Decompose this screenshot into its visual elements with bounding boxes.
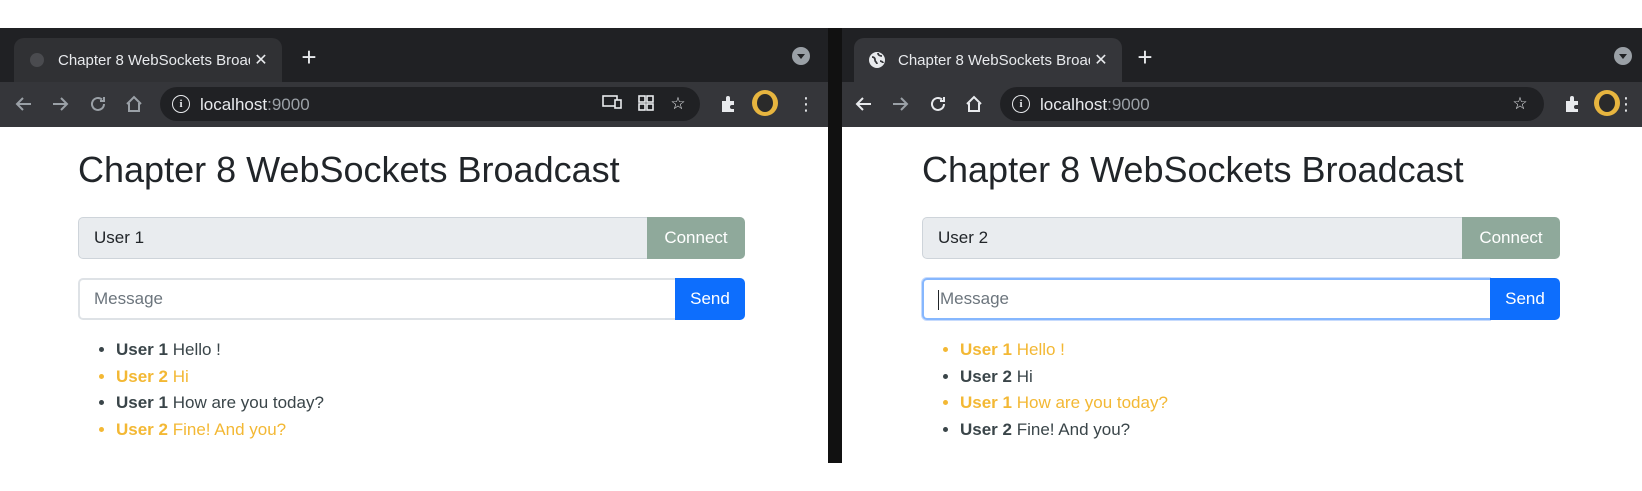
message-author: User 1 (960, 393, 1012, 412)
back-icon[interactable] (850, 90, 878, 118)
page-content: Chapter 8 WebSockets Broadcast User 2 Co… (842, 127, 1642, 463)
message-text: Hello ! (1016, 340, 1065, 359)
globe-icon (28, 51, 46, 69)
url-text: localhost:9000 (200, 95, 310, 114)
tab-title: Chapter 8 WebSockets Broadcast (898, 51, 1090, 69)
tab-strip: Chapter 8 WebSockets Broadcast ✕ + (0, 28, 828, 82)
address-bar[interactable]: i localhost:9000 ☆ (1000, 87, 1544, 121)
forward-icon[interactable] (886, 90, 914, 118)
extensions-icon[interactable] (1558, 90, 1586, 118)
close-icon[interactable]: ✕ (1090, 50, 1112, 70)
username-field[interactable]: User 2 (922, 217, 1462, 259)
home-icon[interactable] (120, 90, 148, 118)
browser-window-right: Chapter 8 WebSockets Broadcast ✕ + i loc… (842, 28, 1642, 463)
info-icon[interactable]: i (172, 95, 190, 113)
menu-icon[interactable]: ⋮ (1612, 90, 1640, 118)
message-input-group: Message Send (922, 278, 1560, 320)
toolbar: i localhost:9000 ☆ ⋮ (842, 82, 1642, 127)
message-input[interactable]: Message (922, 278, 1490, 320)
page-content: Chapter 8 WebSockets Broadcast User 1 Co… (0, 127, 828, 463)
globe-icon (868, 51, 886, 69)
message-text: Fine! And you? (172, 419, 287, 439)
list-item: User 2 Fine! And you? (960, 417, 1168, 444)
list-item: User 1 Hello ! (960, 337, 1168, 364)
url-text: localhost:9000 (1040, 95, 1150, 114)
message-author: User 2 (960, 366, 1012, 386)
message-author: User 2 (116, 366, 168, 386)
message-text: Fine! And you? (1016, 419, 1131, 439)
star-icon[interactable]: ☆ (668, 94, 688, 114)
reload-icon[interactable] (84, 90, 112, 118)
plus-icon[interactable]: + (1132, 44, 1158, 70)
message-text: How are you today? (1016, 393, 1168, 412)
cast-icon[interactable] (602, 94, 622, 114)
message-author: User 1 (116, 340, 168, 359)
profile-icon[interactable] (792, 47, 810, 65)
list-item: User 2 Hi (960, 364, 1168, 391)
message-input[interactable]: Message (78, 278, 675, 320)
send-button[interactable]: Send (1490, 278, 1560, 320)
list-item: User 1 How are you today? (960, 390, 1168, 417)
extensions-icon[interactable] (714, 90, 742, 118)
list-item: User 1 Hello ! (116, 337, 324, 364)
connect-button[interactable]: Connect (1462, 217, 1560, 259)
list-item: User 1 How are you today? (116, 390, 324, 417)
window-divider (828, 28, 842, 463)
star-icon[interactable]: ☆ (1510, 94, 1530, 114)
back-icon[interactable] (10, 90, 38, 118)
page-title: Chapter 8 WebSockets Broadcast (78, 149, 620, 190)
message-text: Hello ! (172, 340, 221, 359)
reload-icon[interactable] (924, 90, 952, 118)
message-text: How are you today? (172, 393, 324, 412)
info-icon[interactable]: i (1012, 95, 1030, 113)
message-text: Hi (172, 366, 189, 386)
browser-window-left: Chapter 8 WebSockets Broadcast ✕ + i loc… (0, 28, 828, 463)
message-list: User 1 Hello !User 2 HiUser 1 How are yo… (80, 337, 324, 443)
message-list: User 1 Hello !User 2 HiUser 1 How are yo… (924, 337, 1168, 443)
message-author: User 1 (116, 393, 168, 412)
user-input-group: User 1 Connect (78, 217, 745, 259)
qr-icon[interactable] (636, 94, 656, 114)
connect-button[interactable]: Connect (647, 217, 745, 259)
toolbar: i localhost:9000 ☆ ⋮ (0, 82, 828, 127)
message-input-group: Message Send (78, 278, 745, 320)
tab-strip: Chapter 8 WebSockets Broadcast ✕ + (842, 28, 1642, 82)
forward-icon[interactable] (46, 90, 74, 118)
tab-chapter8[interactable]: Chapter 8 WebSockets Broadcast ✕ (854, 38, 1122, 82)
send-button[interactable]: Send (675, 278, 745, 320)
message-author: User 1 (960, 340, 1012, 359)
user-input-group: User 2 Connect (922, 217, 1560, 259)
profile-icon[interactable] (1614, 47, 1632, 65)
avatar[interactable] (752, 90, 778, 116)
page-title: Chapter 8 WebSockets Broadcast (922, 149, 1464, 190)
tab-title: Chapter 8 WebSockets Broadcast (58, 51, 250, 69)
username-field[interactable]: User 1 (78, 217, 647, 259)
address-bar[interactable]: i localhost:9000 ☆ (160, 87, 700, 121)
message-author: User 2 (960, 419, 1012, 439)
close-icon[interactable]: ✕ (250, 50, 272, 70)
tab-chapter8[interactable]: Chapter 8 WebSockets Broadcast ✕ (14, 38, 282, 82)
menu-icon[interactable]: ⋮ (792, 90, 820, 118)
text-caret (938, 289, 939, 310)
message-text: Hi (1016, 366, 1033, 386)
list-item: User 2 Fine! And you? (116, 417, 324, 444)
plus-icon[interactable]: + (296, 44, 322, 70)
home-icon[interactable] (960, 90, 988, 118)
message-author: User 2 (116, 419, 168, 439)
list-item: User 2 Hi (116, 364, 324, 391)
